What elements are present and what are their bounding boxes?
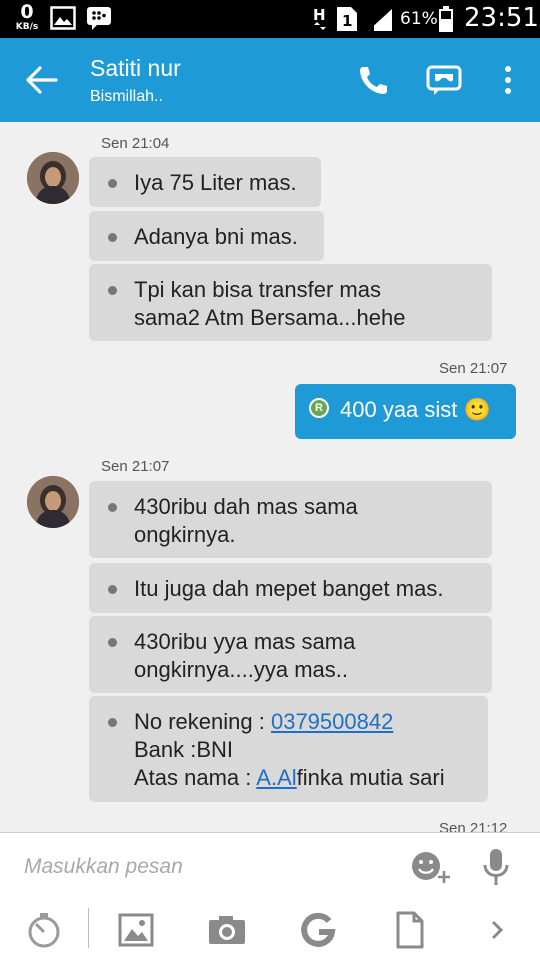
message-bubble[interactable]: Adanya bni mas. [89, 211, 324, 261]
timestamp: Sen 21:07 [101, 458, 170, 475]
chevron-right-icon[interactable] [476, 908, 520, 952]
more-vert-icon[interactable] [488, 60, 528, 100]
outgoing-message-bubble[interactable]: R 400 yaa sist 🙂 [295, 384, 516, 439]
unread-dot [108, 179, 117, 188]
avatar[interactable] [27, 152, 79, 204]
message-text: sama2 Atm Bersama...hehe [134, 305, 406, 330]
composer [0, 832, 540, 900]
message-text: Tpi kan bisa transfer mas [134, 277, 381, 302]
microphone-icon[interactable] [480, 847, 512, 887]
message-text: Bank :BNI [134, 737, 234, 762]
signal-icon [368, 9, 392, 31]
image-icon [50, 6, 76, 30]
unread-dot [108, 503, 117, 512]
svg-text:1: 1 [342, 12, 352, 30]
message-bubble[interactable]: 430ribu yya mas sama ongkirnya....yya ma… [89, 616, 492, 693]
sim-1-icon: 1 [337, 7, 357, 31]
avatar[interactable] [27, 476, 79, 528]
unread-dot [108, 233, 117, 242]
unread-dot [108, 585, 117, 594]
message-text: ongkirnya. [134, 522, 236, 547]
message-text: 430ribu dah mas sama [134, 494, 358, 519]
blackberry-messenger-icon [87, 7, 111, 30]
message-text: Iya 75 Liter mas. [134, 170, 297, 195]
timestamp: Sen 21:04 [101, 135, 170, 152]
phone-icon[interactable] [352, 60, 392, 100]
message-bubble[interactable]: Tpi kan bisa transfer mas sama2 Atm Bers… [89, 264, 492, 341]
message-bubble[interactable]: Itu juga dah mepet banget mas. [89, 563, 492, 613]
account-number-link[interactable]: 0379500842 [271, 709, 393, 734]
speed-value: 0 [20, 1, 34, 23]
speed-unit: KB/s [15, 22, 39, 32]
timer-icon[interactable] [22, 908, 66, 952]
clock: 23:51 [464, 3, 539, 33]
contact-name[interactable]: Satiti nur [90, 55, 181, 82]
message-text: 400 yaa sist [340, 397, 458, 422]
unread-dot [108, 718, 117, 727]
message-input[interactable] [14, 845, 394, 889]
message-text: Atas nama : [134, 765, 257, 790]
message-text: No rekening : [134, 709, 271, 734]
back-arrow-icon[interactable] [22, 62, 62, 98]
name-link[interactable]: A.Al [256, 765, 296, 790]
image-icon[interactable] [114, 908, 158, 952]
battery-percent: 61% [400, 9, 438, 29]
svg-text:H: H [313, 6, 326, 24]
timestamp: Sen 21:07 [439, 360, 508, 377]
camera-icon[interactable] [205, 908, 249, 952]
attachment-toolbar [0, 900, 540, 960]
file-icon[interactable] [388, 908, 432, 952]
timestamp: Sen 21:12 [439, 820, 508, 832]
read-receipt-badge: R [309, 398, 329, 418]
message-text: Adanya bni mas. [134, 224, 298, 249]
status-bar: 0 KB/s H 1 61% 23:51 [0, 0, 540, 38]
message-text: ongkirnya....yya mas.. [134, 657, 348, 682]
contact-status: Bismillah.. [90, 88, 163, 105]
battery-icon [439, 6, 453, 32]
bbm-video-icon[interactable] [424, 60, 464, 100]
message-text: 430ribu yya mas sama [134, 629, 356, 654]
divider [88, 908, 89, 948]
google-icon[interactable] [296, 908, 340, 952]
network-speed: 0 KB/s [12, 2, 42, 33]
message-bubble[interactable]: Iya 75 Liter mas. [89, 157, 321, 207]
message-text: Itu juga dah mepet banget mas. [134, 576, 444, 601]
unread-dot [108, 638, 117, 647]
message-text: finka mutia sari [296, 765, 445, 790]
emoticon-add-icon[interactable] [408, 849, 454, 885]
unread-dot [108, 286, 117, 295]
conversation[interactable]: Sen 21:04 Iya 75 Liter mas. Adanya bni m… [0, 122, 540, 832]
message-bubble[interactable]: No rekening : 0379500842 Bank :BNI Atas … [89, 696, 488, 802]
app-bar: Satiti nur Bismillah.. [0, 38, 540, 122]
smiley-emoji-icon: 🙂 [463, 398, 491, 423]
message-bubble[interactable]: 430ribu dah mas sama ongkirnya. [89, 481, 492, 558]
h-data-icon: H [313, 6, 326, 30]
